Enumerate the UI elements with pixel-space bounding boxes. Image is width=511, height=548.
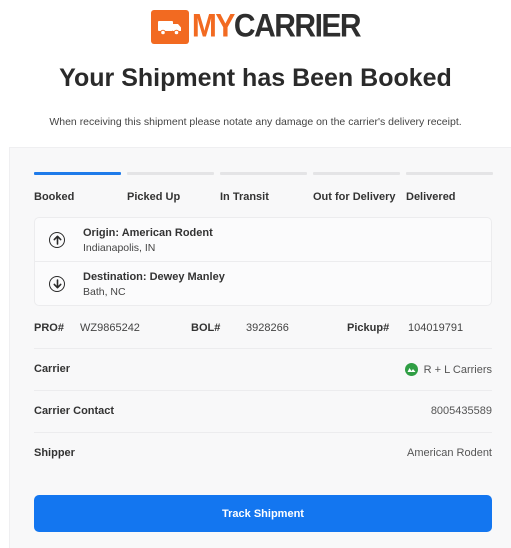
step-in-transit: In Transit	[220, 172, 307, 203]
bol-label: BOL#	[191, 322, 221, 334]
step-label-in-transit: In Transit	[220, 191, 269, 203]
destination-row: Destination: Dewey Manley Bath, NC	[35, 262, 491, 306]
bol-value: 3928266	[246, 322, 289, 334]
carrier-contact-label: Carrier Contact	[34, 405, 115, 417]
step-bar-out-for-delivery	[313, 172, 400, 175]
shipment-progress: Booked Picked Up In Transit Out for Deli…	[34, 172, 493, 203]
destination-location: Bath, NC	[83, 286, 126, 298]
pro-value: WZ9865242	[80, 322, 140, 334]
arrow-down-circle-icon	[49, 276, 65, 292]
step-delivered: Delivered	[406, 172, 493, 203]
arrow-up-circle-icon	[49, 232, 65, 248]
pro-label: PRO#	[34, 322, 64, 334]
route-box: Origin: American Rodent Indianapolis, IN…	[34, 217, 492, 306]
track-shipment-button[interactable]: Track Shipment	[34, 495, 492, 532]
step-picked-up: Picked Up	[127, 172, 214, 203]
shipper-label: Shipper	[34, 447, 75, 459]
page-subtitle: When receiving this shipment please nota…	[49, 116, 462, 128]
carrier-label: Carrier	[34, 363, 71, 375]
logo-my: MY	[191, 8, 236, 45]
shipper-value: American Rodent	[407, 447, 492, 459]
step-bar-in-transit	[220, 172, 307, 175]
step-booked: Booked	[34, 172, 121, 203]
step-bar-delivered	[406, 172, 493, 175]
origin-location: Indianapolis, IN	[83, 242, 156, 254]
pickup-label: Pickup#	[347, 322, 390, 334]
step-label-booked: Booked	[34, 191, 75, 203]
origin-row: Origin: American Rodent Indianapolis, IN	[35, 218, 491, 262]
step-label-out-for-delivery: Out for Delivery	[313, 191, 396, 203]
truck-icon	[150, 10, 189, 44]
step-label-picked-up: Picked Up	[127, 191, 181, 203]
origin-title: Origin: American Rodent	[83, 227, 213, 239]
shipment-card: Booked Picked Up In Transit Out for Deli…	[9, 147, 511, 548]
step-out-for-delivery: Out for Delivery	[313, 172, 400, 203]
carrier-row: Carrier R + L Carriers	[34, 348, 492, 390]
destination-title: Destination: Dewey Manley	[83, 271, 225, 283]
reference-numbers: PRO# WZ9865242 BOL# 3928266 Pickup# 1040…	[34, 316, 492, 348]
logo-carrier: CARRIER	[233, 8, 362, 45]
pickup-value: 104019791	[408, 322, 464, 334]
logo-wordmark: MYCARRIER	[191, 8, 362, 46]
step-bar-picked-up	[127, 172, 214, 175]
carrier-contact-row: Carrier Contact 8005435589	[34, 390, 492, 432]
carrier-contact-value: 8005435589	[430, 405, 492, 417]
step-bar-booked	[34, 172, 121, 175]
carrier-value: R + L Carriers	[423, 363, 492, 376]
mycarrier-logo: MYCARRIER	[0, 8, 511, 46]
carrier-logo-icon	[404, 363, 418, 376]
step-label-delivered: Delivered	[406, 191, 456, 203]
carrier-value-wrap: R + L Carriers	[404, 363, 492, 376]
page-title: Your Shipment has Been Booked	[59, 64, 452, 92]
shipper-row: Shipper American Rodent	[34, 432, 492, 474]
